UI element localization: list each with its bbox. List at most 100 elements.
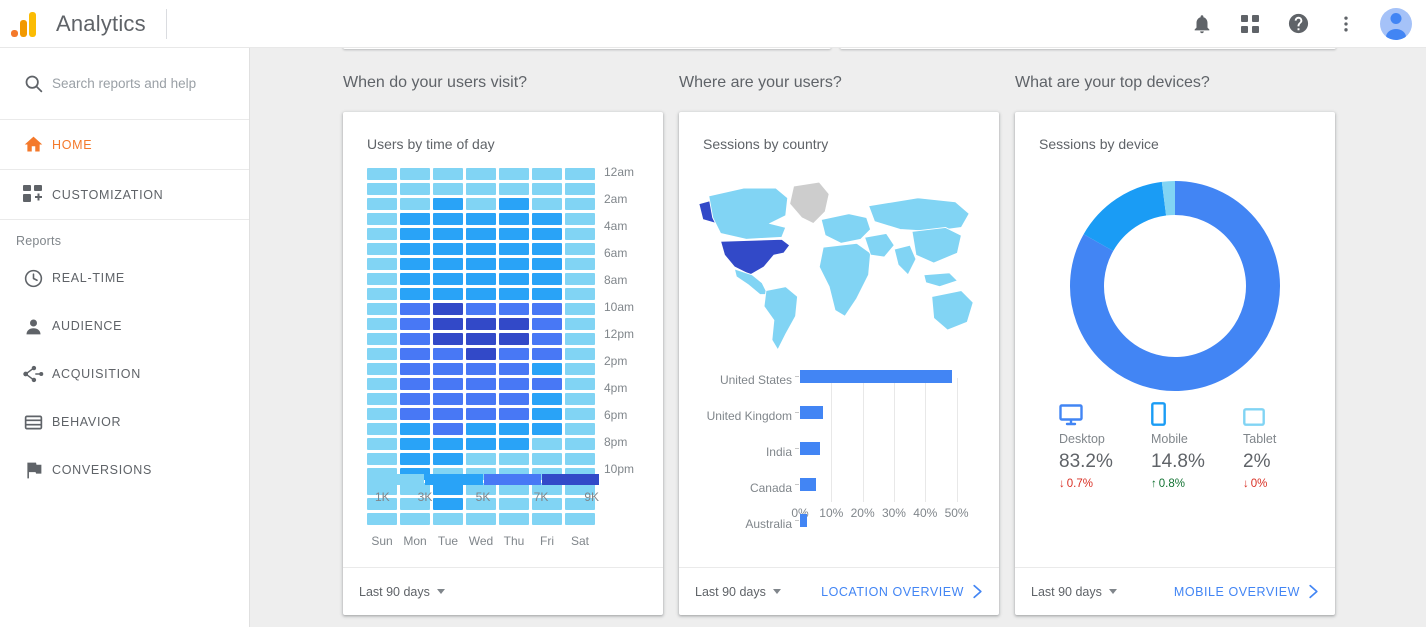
heatmap-cell[interactable] [400,273,430,285]
heatmap-cell[interactable] [466,348,496,360]
bar[interactable] [800,514,808,527]
heatmap-cell[interactable] [565,348,595,360]
heatmap-cell[interactable] [433,378,463,390]
heatmap-cell[interactable] [433,258,463,270]
heatmap-cell[interactable] [499,273,529,285]
heatmap-cell[interactable] [565,408,595,420]
heatmap-cell[interactable] [532,273,562,285]
heatmap-cell[interactable] [565,183,595,195]
sidebar-item-behavior[interactable]: BEHAVIOR [0,398,249,446]
more-vert-icon[interactable] [1324,2,1368,46]
heatmap-cell[interactable] [466,213,496,225]
heatmap-cell[interactable] [466,198,496,210]
heatmap-cell[interactable] [499,453,529,465]
heatmap-cell[interactable] [466,183,496,195]
heatmap-cell[interactable] [400,378,430,390]
heatmap-cell[interactable] [532,258,562,270]
heatmap-cell[interactable] [499,183,529,195]
heatmap-cell[interactable] [367,363,397,375]
heatmap-cell[interactable] [466,378,496,390]
sidebar-item-audience[interactable]: AUDIENCE [0,302,249,350]
heatmap-cell[interactable] [565,258,595,270]
heatmap-cell[interactable] [466,273,496,285]
search-input[interactable] [52,76,232,91]
google-analytics-logo[interactable] [0,11,48,37]
bar[interactable] [800,406,824,419]
heatmap-cell[interactable] [433,453,463,465]
heatmap-cell[interactable] [433,303,463,315]
heatmap-cell[interactable] [565,198,595,210]
heatmap-cell[interactable] [466,393,496,405]
heatmap-cell[interactable] [532,363,562,375]
heatmap-cell[interactable] [466,423,496,435]
heatmap-cell[interactable] [400,183,430,195]
heatmap-cell[interactable] [400,213,430,225]
heatmap-cell[interactable] [433,318,463,330]
apps-grid-icon[interactable] [1228,2,1272,46]
heatmap-cell[interactable] [565,423,595,435]
heatmap-cell[interactable] [532,213,562,225]
donut-segment[interactable] [1161,181,1176,216]
heatmap-cell[interactable] [433,168,463,180]
heatmap-cell[interactable] [532,198,562,210]
heatmap-cell[interactable] [466,288,496,300]
heatmap-cell[interactable] [367,168,397,180]
sidebar-item-conversions[interactable]: CONVERSIONS [0,446,249,494]
date-range-selector[interactable]: Last 90 days [359,585,445,599]
heatmap-cell[interactable] [466,408,496,420]
heatmap-cell[interactable] [466,363,496,375]
heatmap-cell[interactable] [400,363,430,375]
heatmap-cell[interactable] [400,318,430,330]
heatmap-cell[interactable] [367,408,397,420]
heatmap-cell[interactable] [433,393,463,405]
heatmap-cell[interactable] [532,438,562,450]
heatmap-cell[interactable] [400,453,430,465]
heatmap-cell[interactable] [400,423,430,435]
heatmap-cell[interactable] [400,303,430,315]
heatmap-cell[interactable] [466,333,496,345]
sidebar-item-acquisition[interactable]: ACQUISITION [0,350,249,398]
heatmap-cell[interactable] [532,168,562,180]
heatmap-cell[interactable] [433,228,463,240]
heatmap-cell[interactable] [433,183,463,195]
heatmap-cell[interactable] [400,348,430,360]
help-circle-icon[interactable] [1276,2,1320,46]
heatmap-cell[interactable] [367,318,397,330]
heatmap-cell[interactable] [532,453,562,465]
heatmap-cell[interactable] [367,213,397,225]
heatmap-cell[interactable] [532,423,562,435]
heatmap-cell[interactable] [565,273,595,285]
heatmap-cell[interactable] [532,393,562,405]
world-map-chart[interactable] [691,172,987,352]
bar[interactable] [800,370,952,383]
heatmap-cell[interactable] [532,228,562,240]
heatmap-cell[interactable] [367,453,397,465]
heatmap-cell[interactable] [433,243,463,255]
heatmap-cell[interactable] [367,393,397,405]
heatmap-cell[interactable] [532,408,562,420]
heatmap-cell[interactable] [400,258,430,270]
heatmap-cell[interactable] [499,213,529,225]
heatmap-cell[interactable] [532,348,562,360]
heatmap-cell[interactable] [499,243,529,255]
heatmap-cell[interactable] [532,183,562,195]
heatmap-cell[interactable] [400,168,430,180]
heatmap-cell[interactable] [466,228,496,240]
heatmap-cell[interactable] [466,453,496,465]
sidebar-item-real-time[interactable]: REAL-TIME [0,254,249,302]
heatmap-cell[interactable] [400,513,430,525]
heatmap-cell[interactable] [400,243,430,255]
heatmap-cell[interactable] [565,333,595,345]
heatmap-cell[interactable] [565,303,595,315]
heatmap-cell[interactable] [400,333,430,345]
heatmap-cell[interactable] [400,198,430,210]
heatmap-cell[interactable] [433,213,463,225]
heatmap-cell[interactable] [466,513,496,525]
heatmap-cell[interactable] [466,258,496,270]
heatmap-cell[interactable] [367,333,397,345]
heatmap-cell[interactable] [367,288,397,300]
heatmap-cell[interactable] [565,513,595,525]
heatmap-cell[interactable] [400,438,430,450]
heatmap-cell[interactable] [433,273,463,285]
heatmap-cell[interactable] [565,228,595,240]
